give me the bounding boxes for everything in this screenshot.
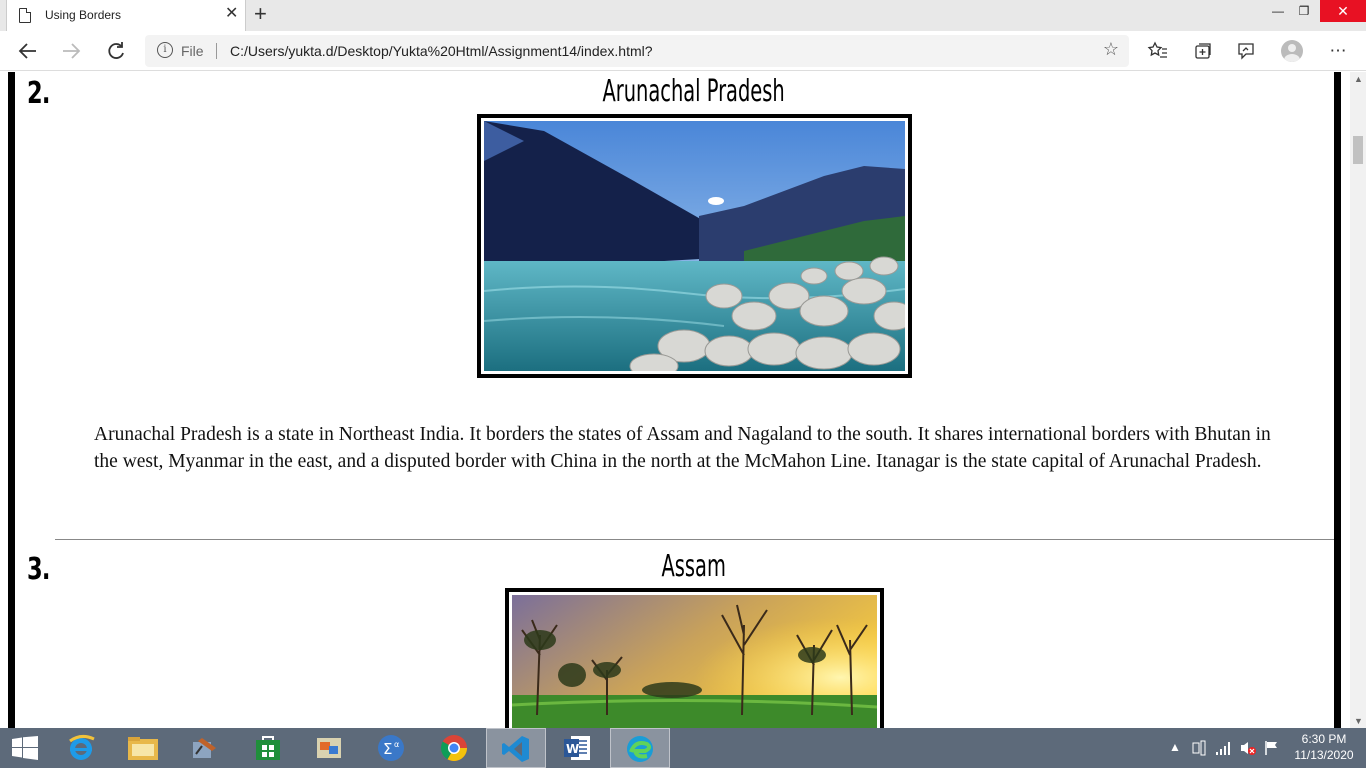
store-icon[interactable] xyxy=(238,728,298,768)
collections-icon[interactable] xyxy=(1191,40,1213,62)
tool-app-icon[interactable] xyxy=(176,728,236,768)
tab-close-icon[interactable]: ✕ xyxy=(225,6,238,22)
browser-toolbar: i File C:/Users/yukta.d/Desktop/Yukta%20… xyxy=(0,31,1366,71)
scroll-down-icon[interactable]: ▼ xyxy=(1354,716,1363,726)
page-border-right xyxy=(1334,72,1341,728)
volume-muted-icon[interactable] xyxy=(1239,740,1257,780)
svg-text:Σ: Σ xyxy=(383,740,392,758)
action-center-flag-icon[interactable] xyxy=(1263,740,1279,780)
forward-arrow-icon[interactable] xyxy=(59,39,83,63)
address-divider xyxy=(216,43,217,59)
scrollbar-thumb[interactable] xyxy=(1353,136,1363,164)
word-icon[interactable]: W xyxy=(548,728,608,768)
more-options-icon[interactable]: ⋯ xyxy=(1327,40,1349,62)
assam-tea-garden-image xyxy=(512,595,877,728)
tab-bar: Using Borders ✕ + — ❐ ✕ xyxy=(0,0,1366,31)
feedback-icon[interactable] xyxy=(1235,40,1257,62)
file-explorer-icon[interactable] xyxy=(114,728,174,768)
assam-image-frame xyxy=(505,588,884,728)
state-heading-text: Assam xyxy=(661,549,727,584)
tab-title: Using Borders xyxy=(45,8,122,22)
state-description: Arunachal Pradesh is a state in Northeas… xyxy=(94,424,1271,472)
clock-date: 11/13/2020 xyxy=(1294,748,1354,762)
start-button[interactable] xyxy=(0,728,60,768)
section-divider xyxy=(55,539,1334,540)
show-hidden-icons-icon[interactable]: ▲ xyxy=(1169,740,1181,780)
favorite-star-icon[interactable]: ☆ xyxy=(1103,39,1119,60)
page-border-left xyxy=(8,72,15,728)
new-tab-button[interactable]: + xyxy=(254,3,267,25)
taskbar-clock[interactable]: 6:30 PM 11/13/2020 xyxy=(1290,731,1358,763)
scroll-up-icon[interactable]: ▲ xyxy=(1354,74,1363,84)
control-panel-icon[interactable] xyxy=(300,728,360,768)
refresh-icon[interactable] xyxy=(104,39,128,63)
internet-explorer-icon[interactable] xyxy=(52,728,112,768)
device-icon[interactable] xyxy=(1191,740,1207,780)
close-window-button[interactable]: ✕ xyxy=(1320,0,1366,22)
network-signal-icon[interactable] xyxy=(1215,740,1233,780)
svg-text:α: α xyxy=(394,740,399,749)
favorites-icon[interactable] xyxy=(1147,40,1169,62)
math-input-icon[interactable]: Σα xyxy=(362,728,422,768)
minimize-button[interactable]: — xyxy=(1264,0,1292,22)
state-heading: Arunachal Pradesh xyxy=(0,74,1350,109)
svg-text:W: W xyxy=(566,742,579,756)
edge-icon[interactable] xyxy=(610,728,670,768)
arunachal-river-image xyxy=(484,121,905,371)
browser-tab[interactable]: Using Borders ✕ xyxy=(6,0,246,31)
arunachal-image-frame xyxy=(477,114,912,378)
chrome-icon[interactable] xyxy=(424,728,484,768)
address-url[interactable]: C:/Users/yukta.d/Desktop/Yukta%20Html/As… xyxy=(230,43,653,59)
vertical-scrollbar[interactable]: ▲ ▼ xyxy=(1350,72,1366,728)
state-heading: Assam xyxy=(0,549,1350,584)
info-icon[interactable]: i xyxy=(157,42,173,58)
clock-time: 6:30 PM xyxy=(1301,732,1347,746)
vscode-icon[interactable] xyxy=(486,728,546,768)
address-scheme: File xyxy=(181,43,204,59)
state-heading-text: Arunachal Pradesh xyxy=(602,74,786,109)
restore-button[interactable]: ❐ xyxy=(1290,0,1318,22)
taskbar: Σα W ▲ 6:30 PM 11/13/2020 xyxy=(0,728,1366,768)
page-icon xyxy=(19,8,31,23)
page-viewport: 2. Arunachal Pradesh Arunachal Pradesh i… xyxy=(0,72,1350,728)
profile-avatar[interactable] xyxy=(1281,40,1303,62)
address-bar[interactable]: i File C:/Users/yukta.d/Desktop/Yukta%20… xyxy=(145,35,1129,67)
back-arrow-icon[interactable] xyxy=(16,39,40,63)
